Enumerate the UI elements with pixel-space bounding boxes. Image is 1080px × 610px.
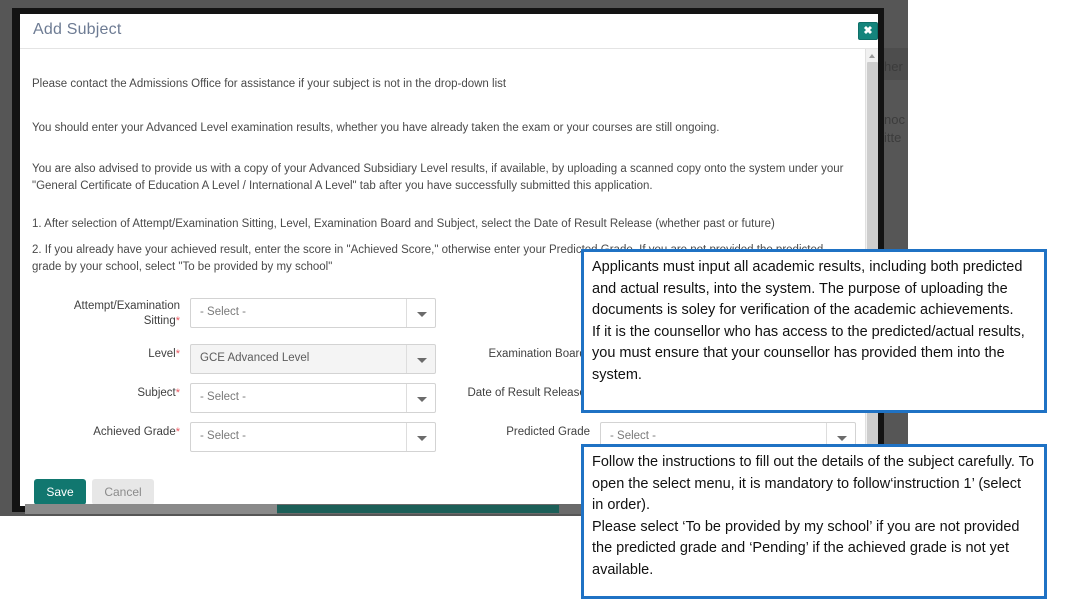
required-marker: * [175,348,180,360]
label-examination-board: Examination Board* [450,347,590,362]
select-level[interactable]: GCE Advanced Level [190,344,436,374]
select-achieved-grade[interactable]: - Select - [190,422,436,452]
field-label-text: Predicted Grade [506,426,590,438]
field-label-text: Level [148,348,176,360]
label-achieved-grade: Achieved Grade* [70,425,180,440]
chevron-down-icon[interactable] [406,423,435,451]
label-level: Level* [80,347,180,362]
required-marker: * [175,315,180,327]
label-predicted-grade: Predicted Grade [460,425,590,440]
field-label-text: Date of Result Release [467,387,586,399]
dialog-titlebar: Add Subject ✖ [20,14,878,49]
horizontal-scrollbar-accent [277,505,559,513]
select-value: GCE Advanced Level [200,352,310,364]
cancel-button[interactable]: Cancel [92,479,154,505]
select-value: - Select - [200,306,247,318]
intro-paragraph: Please contact the Admissions Office for… [32,78,507,90]
label-subject: Subject* [80,386,180,401]
field-label-text: Examination Board [488,348,586,360]
chevron-down-icon[interactable] [406,299,435,327]
chevron-down-icon[interactable] [406,345,435,373]
background-text-fragment: noc [884,112,905,127]
intro-paragraph: You should enter your Advanced Level exa… [32,122,720,134]
label-attempt-examination-sitting: Attempt/Examination Sitting* [50,299,180,329]
horizontal-scrollbar-thumb[interactable] [25,504,277,514]
label-date-of-result-release: Date of Result Release* [430,386,590,401]
instruction-item-1: 1. After selection of Attempt/Examinatio… [32,218,775,230]
select-value: - Select - [200,391,247,403]
scroll-up-arrow-icon[interactable] [866,49,878,61]
intro-paragraph: You are also advised to provide us with … [32,163,844,192]
page-title: Add Subject [33,21,122,38]
annotation-results-entry: Applicants must input all academic resul… [581,249,1047,413]
save-button[interactable]: Save [34,479,86,505]
field-label-text: Attempt/Examination Sitting [73,300,180,327]
required-marker: * [175,387,180,399]
close-icon[interactable]: ✖ [858,22,878,40]
select-value: - Select - [610,430,657,442]
background-text-fragment: her [884,59,903,74]
background-text-fragment: itte [884,130,902,145]
select-attempt-examination-sitting[interactable]: - Select - [190,298,436,328]
select-value: - Select - [200,430,247,442]
field-label-text: Achieved Grade [93,426,176,438]
annotation-instructions: Follow the instructions to fill out the … [581,444,1047,599]
required-marker: * [175,426,180,438]
field-label-text: Subject [137,387,176,399]
select-subject[interactable]: - Select - [190,383,436,413]
